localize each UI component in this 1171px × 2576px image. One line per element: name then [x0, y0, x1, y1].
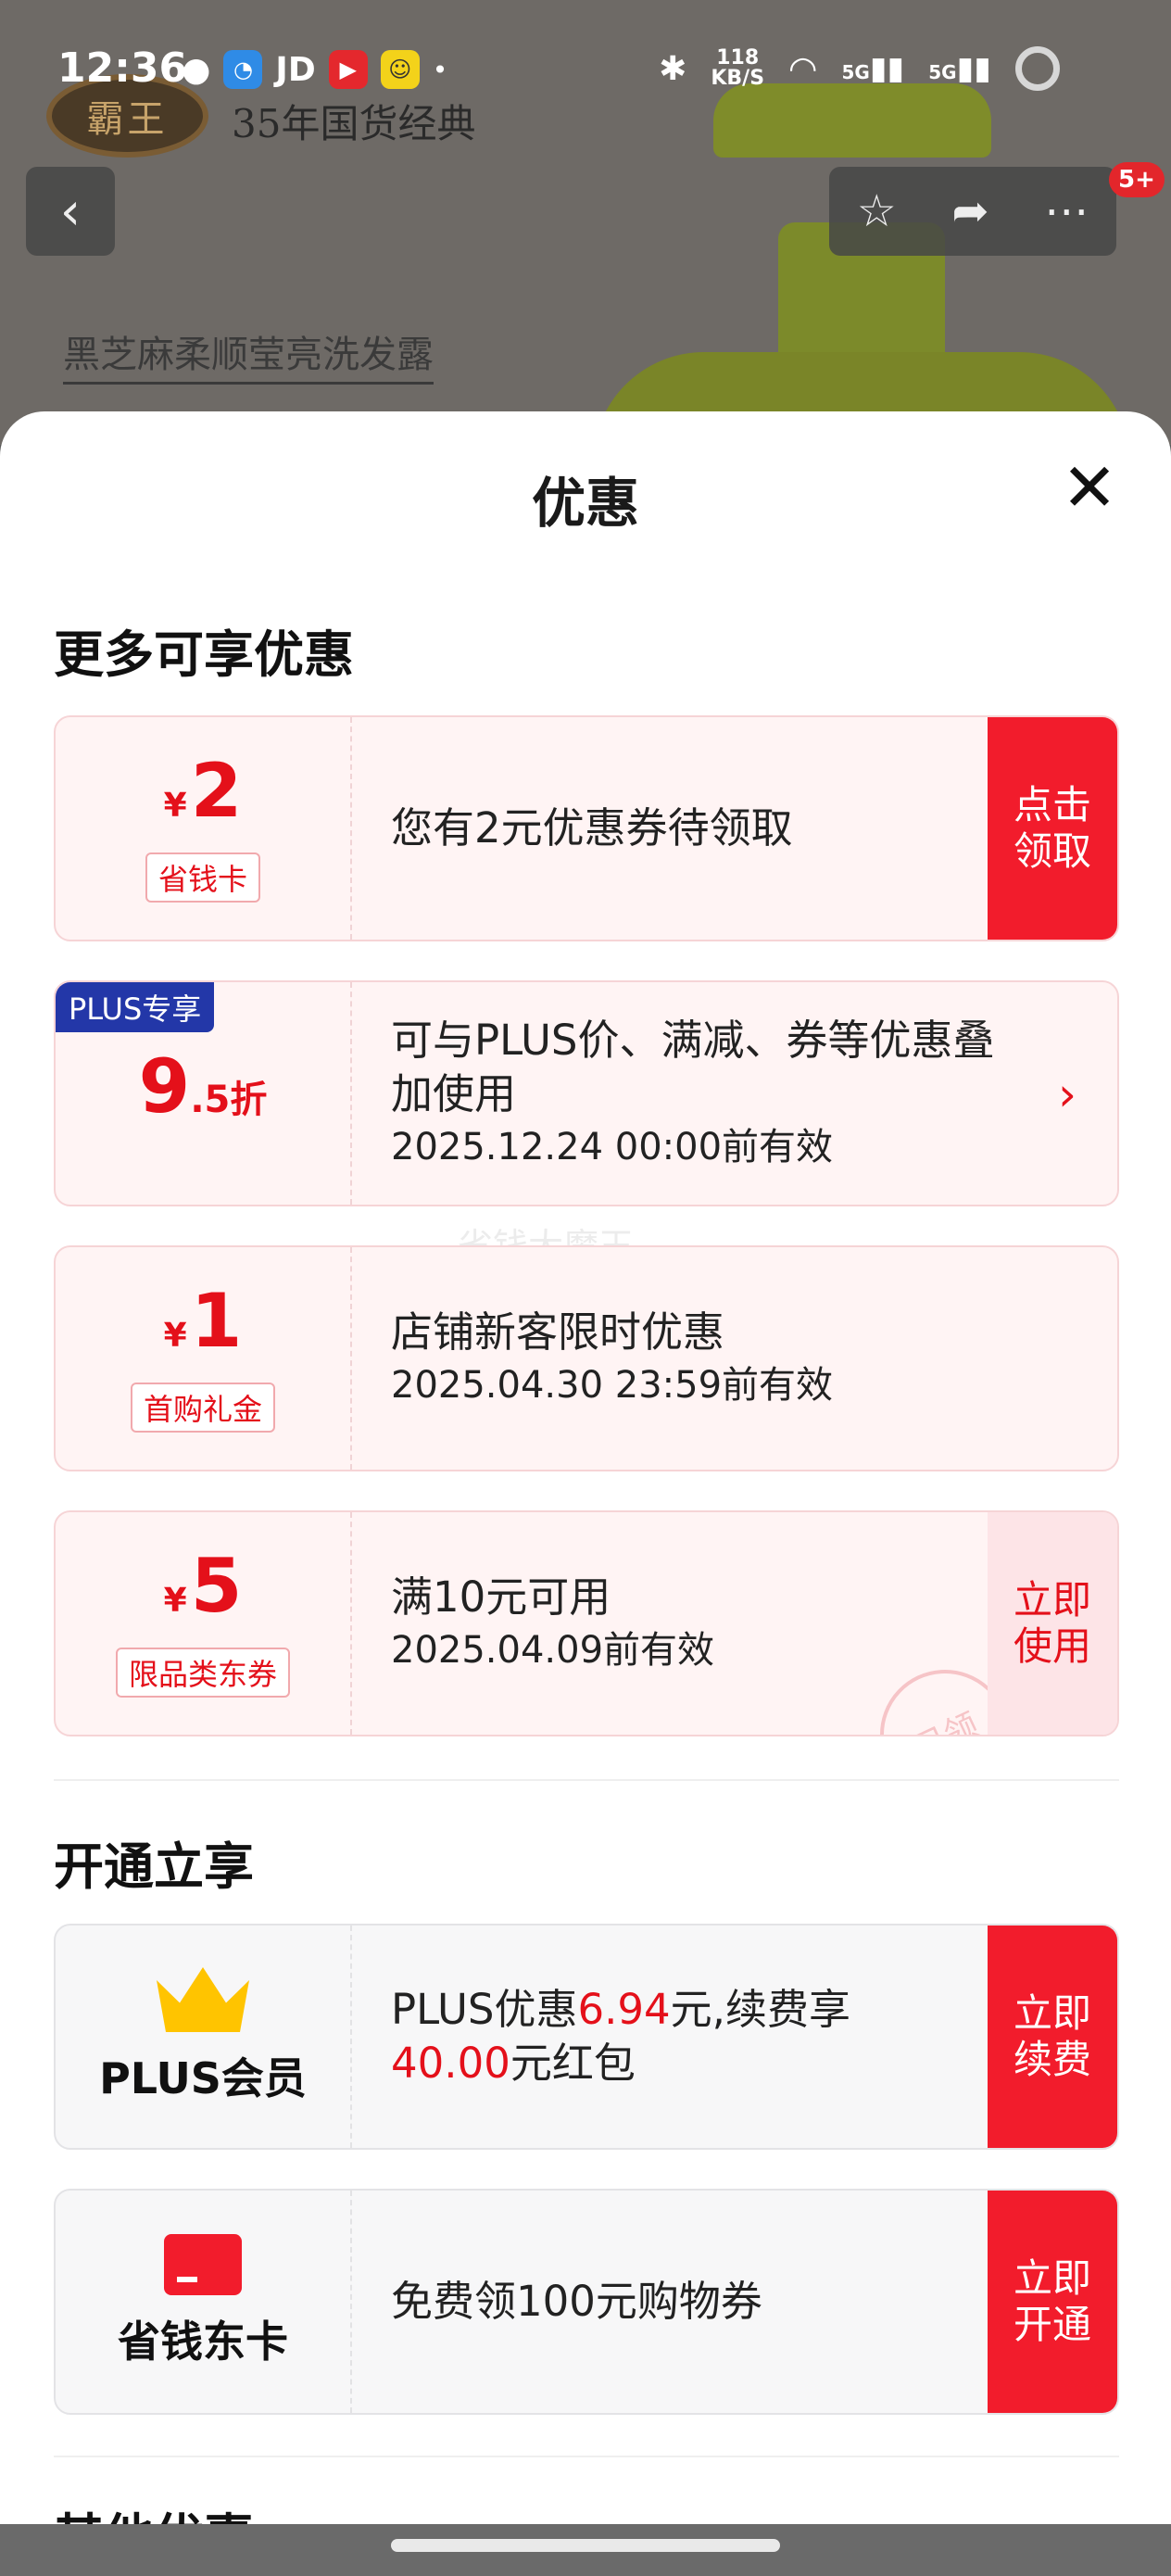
chevron-right-icon[interactable]: › — [1058, 1067, 1077, 1121]
system-status: ✱ 118 KB/S ◠ 5G▮▮ 5G▮▮ — [659, 46, 1060, 91]
coupon-card-plus-discount[interactable]: PLUS专享 9.5折 可与PLUS价、满减、券等优惠叠加使用 2025.12.… — [54, 980, 1119, 1206]
coupon-card-new-customer[interactable]: ¥1 首购礼金 店铺新客限时优惠 2025.04.30 23:59前有效 — [54, 1245, 1119, 1471]
status-bar: 12:36 ● ◔ JD ▶ ☺ • ✱ 118 KB/S ◠ 5G▮▮ 5G▮▮ — [0, 0, 1171, 139]
section-divider — [54, 2456, 1119, 2457]
signal-5g-1: 5G▮▮ — [841, 50, 905, 87]
close-icon[interactable]: ✕ — [1060, 454, 1119, 521]
coupon-amount-block: 9.5折 — [56, 982, 352, 1205]
coupon-description: 您有2元优惠券待领取 — [391, 717, 978, 940]
signal-5g-2: 5G▮▮ — [928, 50, 991, 87]
coupon-validity: 2025.04.09前有效 — [391, 1629, 715, 1672]
video-app-icon: ▶ — [328, 50, 368, 89]
coupon-validity: 2025.12.24 00:00前有效 — [391, 1126, 834, 1168]
home-indicator[interactable] — [391, 2539, 780, 2552]
section-title-more-offers: 更多可享优惠 — [54, 625, 354, 684]
message-count-badge: 5+ — [1109, 162, 1165, 197]
coupon-main-text: 店铺新客限时优惠 — [391, 1307, 725, 1357]
coupon-tag: 首购礼金 — [130, 1383, 275, 1433]
coupon-amount: ¥5 — [163, 1543, 243, 1629]
card-icon — [164, 2234, 242, 2295]
coupon-amount: 9.5折 — [138, 1043, 268, 1130]
sheet-title: 优惠 — [531, 472, 639, 535]
network-speed: 118 KB/S — [711, 46, 765, 90]
coupon-description: 店铺新客限时优惠 2025.04.30 23:59前有效 — [391, 1247, 978, 1470]
jd-icon: JD — [275, 50, 316, 89]
coupon-main-text: 满10元可用 — [391, 1572, 611, 1622]
game-app-icon: ☺ — [380, 50, 420, 89]
battery-icon — [1015, 46, 1060, 91]
section-title-activate: 开通立享 — [54, 1837, 254, 1896]
more-notifications-dot-icon: • — [432, 54, 448, 85]
coupon-card-savings[interactable]: ¥2 省钱卡 您有2元优惠券待领取 点击领取 — [54, 715, 1119, 941]
coupon-validity: 2025.04.30 23:59前有效 — [391, 1364, 834, 1407]
coupon-description: 可与PLUS价、满减、券等优惠叠加使用 2025.12.24 00:00前有效 — [391, 982, 1015, 1205]
membership-identity: PLUS会员 — [56, 1926, 352, 2148]
notification-icons: ● ◔ JD ▶ ☺ • — [182, 50, 447, 89]
membership-card-savings[interactable]: 省钱东卡 免费领100元购物券 立即开通 — [54, 2189, 1119, 2415]
coupon-main-text: 可与PLUS价、满减、券等优惠叠加使用 — [391, 1016, 995, 1118]
section-divider — [54, 1779, 1119, 1781]
membership-identity: 省钱东卡 — [56, 2191, 352, 2413]
favorite-star-icon[interactable]: ☆ — [857, 185, 897, 237]
coupon-card-category[interactable]: ¥5 限品类东券 满10元可用 2025.04.09前有效 已领 立即使用 — [54, 1510, 1119, 1736]
use-now-button[interactable]: 立即使用 — [988, 1512, 1117, 1735]
coupon-tag: 限品类东券 — [115, 1648, 290, 1698]
discount-bottom-sheet: 优惠 ✕ 更多可享优惠 ¥2 省钱卡 您有2元优惠券待领取 点击领取 PLUS专… — [0, 411, 1171, 2533]
bluetooth-icon: ✱ — [659, 49, 687, 88]
renew-button[interactable]: 立即续费 — [988, 1926, 1117, 2148]
membership-description: PLUS优惠6.94元,续费享 40.00元红包 — [391, 1926, 978, 2148]
coupon-amount-block: ¥2 省钱卡 — [56, 717, 352, 940]
coupon-tag: 省钱卡 — [145, 852, 260, 903]
wechat-icon: ● — [182, 50, 211, 89]
membership-offer-text: PLUS优惠6.94元,续费享 40.00元红包 — [391, 1985, 850, 2088]
back-button[interactable]: ‹ — [26, 167, 115, 256]
status-time: 12:36 — [57, 44, 188, 92]
membership-name: PLUS会员 — [99, 2053, 307, 2103]
crown-icon — [157, 1967, 249, 2032]
coupon-main-text: 您有2元优惠券待领取 — [391, 803, 793, 852]
top-action-group: ☆ ➦ ⋯ — [829, 167, 1116, 256]
activate-button[interactable]: 立即开通 — [988, 2191, 1117, 2413]
share-icon[interactable]: ➦ — [951, 185, 988, 237]
membership-name: 省钱东卡 — [118, 2317, 288, 2367]
coupon-amount-block: ¥1 首购礼金 — [56, 1247, 352, 1470]
membership-card-plus[interactable]: PLUS会员 PLUS优惠6.94元,续费享 40.00元红包 立即续费 — [54, 1924, 1119, 2150]
coupon-amount: ¥1 — [163, 1278, 243, 1364]
more-icon[interactable]: ⋯ — [1044, 185, 1089, 237]
product-name: 黑芝麻柔顺莹亮洗发露 — [63, 324, 434, 385]
membership-offer-text: 免费领100元购物券 — [391, 2277, 762, 2326]
chevron-left-icon: ‹ — [59, 181, 82, 242]
wifi-icon: ◠ — [788, 49, 818, 88]
coupon-amount-block: ¥5 限品类东券 — [56, 1512, 352, 1735]
chat-app-icon: ◔ — [223, 50, 263, 89]
coupon-amount: ¥2 — [163, 748, 243, 834]
membership-description: 免费领100元购物券 — [391, 2191, 978, 2413]
claim-button[interactable]: 点击领取 — [988, 717, 1117, 940]
